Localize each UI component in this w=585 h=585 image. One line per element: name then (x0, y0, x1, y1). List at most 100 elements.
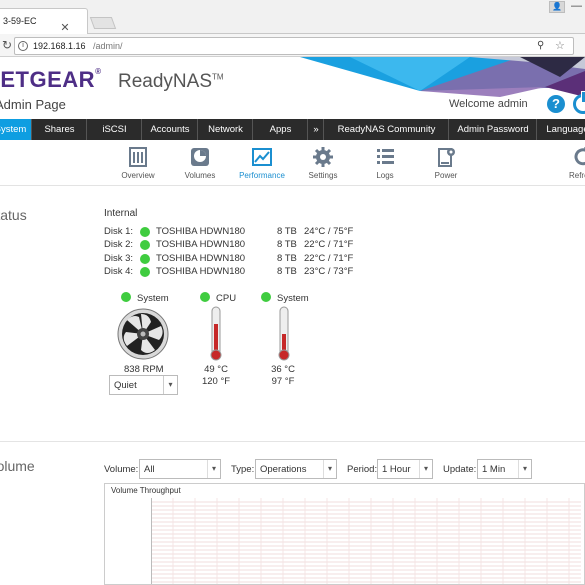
nav-shares[interactable]: Shares (33, 119, 87, 140)
system-temp-label: System (277, 293, 309, 304)
chevron-down-icon: ▾ (323, 460, 336, 478)
disk-row: Disk 1: TOSHIBA HDWN180 8 TB 24°C / 75°F (104, 226, 374, 239)
disk-temp: 22°C / 71°F (304, 239, 354, 250)
disk-temp: 23°C / 73°F (304, 266, 354, 277)
browser-tab-bar: 3-59-EC ✕ 👤 — (0, 0, 585, 34)
disk-model: TOSHIBA HDWN180 (156, 253, 246, 264)
url-input[interactable]: i 192.168.1.16 /admin/ ⚲ ☆ (14, 37, 574, 55)
minimize-icon[interactable]: — (571, 0, 582, 12)
update-select-value: 1 Min (482, 464, 506, 475)
nav-more[interactable]: » (309, 119, 324, 140)
browser-tab-title: 3-59-EC (3, 16, 37, 26)
fan-rpm: 838 RPM (124, 364, 164, 375)
nav-iscsi[interactable]: iSCSI (88, 119, 142, 140)
pin-icon[interactable]: ⚲ (537, 40, 544, 51)
subnav-performance[interactable]: Performance (234, 146, 290, 180)
gear-icon (313, 147, 333, 167)
chevron-down-icon: ▾ (207, 460, 220, 478)
main-nav: System Shares iSCSI Accounts Network App… (0, 119, 585, 140)
subnav-settings-label: Settings (308, 171, 338, 180)
subnav-logs-label: Logs (376, 171, 394, 180)
chevron-down-icon: ▾ (419, 460, 432, 478)
subnav-power[interactable]: Power (418, 146, 474, 180)
brand-name: NETGEAR (0, 67, 96, 92)
disk-temp: 24°C / 75°F (304, 226, 354, 237)
chart-plot-area (151, 498, 581, 584)
url-path: /admin/ (93, 41, 123, 51)
disk-model: TOSHIBA HDWN180 (156, 226, 246, 237)
volume-section-title: Volume (0, 458, 35, 474)
update-filter-label: Update: (443, 464, 477, 475)
fan-mode-value: Quiet (114, 380, 137, 391)
browser-tab[interactable]: 3-59-EC ✕ (0, 8, 88, 34)
star-icon[interactable]: ☆ (555, 39, 565, 52)
subnav-refresh[interactable]: Refresh (555, 146, 585, 180)
cpu-temp-f: 120 °F (201, 376, 231, 387)
subnav-volumes[interactable]: Volumes (172, 146, 228, 180)
cpu-status-dot (200, 292, 210, 302)
app-header: NETGEAR® ReadyNASTM Admin Page Welcome a… (0, 57, 585, 119)
nav-apps[interactable]: Apps (254, 119, 308, 140)
fan-icon (117, 308, 169, 360)
disk-row: Disk 2: TOSHIBA HDWN180 8 TB 22°C / 71°F (104, 239, 374, 252)
chevron-down-icon: ▾ (518, 460, 531, 478)
system-thermometer-icon (278, 306, 290, 361)
nav-system[interactable]: System (0, 119, 32, 140)
subnav-settings[interactable]: Settings (295, 146, 351, 180)
disk-size: 8 TB (277, 253, 297, 264)
trademark: TM (212, 72, 224, 82)
fan-sensor-header: System (121, 292, 181, 304)
performance-icon (252, 148, 272, 166)
cpu-sensor-header: CPU (200, 292, 260, 304)
disk-label: Disk 4: (104, 266, 134, 277)
nav-admin-password[interactable]: Admin Password (450, 119, 537, 140)
sub-nav: Overview Volumes Performance Settings Lo… (0, 140, 585, 186)
reload-icon[interactable]: ↻ (2, 38, 12, 52)
update-select[interactable]: 1 Min ▾ (477, 459, 532, 479)
system-temp-header: System (261, 292, 321, 304)
page-title: Admin Page (0, 97, 66, 112)
close-icon[interactable]: ✕ (59, 22, 71, 34)
chevron-down-icon: ▾ (163, 376, 177, 394)
type-select[interactable]: Operations ▾ (255, 459, 337, 479)
period-select[interactable]: 1 Hour ▾ (377, 459, 433, 479)
new-tab-button[interactable] (89, 17, 117, 29)
period-filter-label: Period: (347, 464, 378, 475)
disk-status-dot (140, 254, 150, 264)
welcome-text: Welcome admin (449, 98, 528, 110)
url-host: 192.168.1.16 (33, 41, 86, 51)
overview-icon (129, 147, 147, 167)
logs-icon (377, 149, 394, 164)
period-select-value: 1 Hour (382, 464, 411, 475)
chart-title: Volume Throughput (111, 486, 181, 495)
disk-model: TOSHIBA HDWN180 (156, 266, 246, 277)
nav-network[interactable]: Network (199, 119, 253, 140)
info-icon[interactable]: i (18, 41, 28, 51)
nav-readynas-community[interactable]: ReadyNAS Community (325, 119, 449, 140)
disk-label: Disk 3: (104, 253, 134, 264)
volume-select[interactable]: All ▾ (139, 459, 221, 479)
user-profile-icon[interactable]: 👤 (549, 1, 565, 13)
address-bar: ↻ i 192.168.1.16 /admin/ ⚲ ☆ (0, 34, 585, 57)
type-select-value: Operations (260, 464, 307, 475)
cpu-thermometer-icon (210, 306, 222, 361)
subnav-logs[interactable]: Logs (357, 146, 413, 180)
disk-size: 8 TB (277, 226, 297, 237)
disk-size: 8 TB (277, 266, 297, 277)
fan-mode-select[interactable]: Quiet ▾ (109, 375, 178, 395)
help-icon[interactable]: ? (547, 95, 565, 113)
system-status-dot (261, 292, 271, 302)
disk-status-dot (140, 267, 150, 277)
subnav-overview[interactable]: Overview (110, 146, 166, 180)
disk-size: 8 TB (277, 239, 297, 250)
subnav-power-label: Power (434, 171, 458, 180)
nav-language[interactable]: Language (538, 119, 585, 140)
volume-throughput-chart: Volume Throughput (104, 483, 585, 585)
volume-filter-label: Volume: (104, 464, 139, 475)
type-filter-label: Type: (231, 464, 255, 475)
nav-accounts[interactable]: Accounts (143, 119, 198, 140)
cpu-label: CPU (216, 293, 237, 304)
subnav-refresh-label: Refresh (568, 171, 585, 180)
volumes-icon (191, 148, 209, 166)
section-divider (0, 441, 585, 442)
